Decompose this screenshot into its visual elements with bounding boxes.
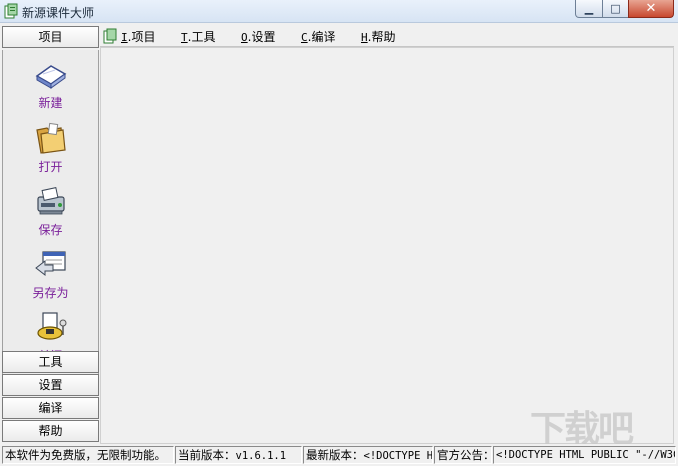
close-button[interactable]: ✕ <box>628 0 674 18</box>
status-bar: 本软件为免费版，无限制功能。 当前版本：v1.6.1.1 最新版本：<!DOCT… <box>0 444 678 466</box>
close-icon: ✕ <box>645 1 657 16</box>
tool-label: 保存 <box>38 223 63 237</box>
menu-item-project[interactable]: I.项目 <box>121 28 155 45</box>
tool-label: 另存为 <box>32 286 69 300</box>
section-button-project[interactable]: 项目 <box>2 26 99 48</box>
tool-label: 新建 <box>38 96 63 110</box>
section-button-compile[interactable]: 编译 <box>2 397 99 419</box>
menu-item-tools[interactable]: T.工具 <box>181 28 215 45</box>
menu-label: .帮助 <box>367 30 396 44</box>
menu-label: .工具 <box>187 30 216 44</box>
tool-list: 新建 打开 保存 另存为 <box>2 50 99 374</box>
maximize-button[interactable]: □ <box>602 0 629 18</box>
status-value: <!DOCTYPE H <box>363 450 433 462</box>
menu-label: .编译 <box>307 30 336 44</box>
save-as-icon <box>34 251 66 277</box>
left-panel: 项目 新建 打开 保存 另存为 工具 设置 编译 帮助 <box>2 26 99 444</box>
status-current-version: 当前版本：v1.6.1.1 <box>175 446 302 464</box>
status-notice: <!DOCTYPE HTML PUBLIC "-//W3C/ <box>493 446 676 464</box>
save-icon <box>36 187 65 215</box>
section-button-settings[interactable]: 设置 <box>2 374 99 396</box>
section-button-help[interactable]: 帮助 <box>2 420 99 442</box>
menu-accel: H <box>361 31 368 44</box>
close-project-icon <box>36 312 66 340</box>
menu-accel: O <box>241 31 248 44</box>
status-license: 本软件为免费版，无限制功能。 <box>2 446 174 464</box>
new-project-icon <box>35 65 66 89</box>
open-folder-icon <box>35 122 66 154</box>
menu-accel: I <box>121 31 128 44</box>
section-button-tools[interactable]: 工具 <box>2 351 99 373</box>
app-window: 新源课件大师 ▁ □ ✕ 项目 新建 打开 保存 另存为 工具 设置 编译 帮助… <box>0 0 678 466</box>
menu-accel: C <box>301 31 308 44</box>
tool-save-as[interactable]: 另存为 <box>3 246 98 301</box>
menu-item-settings[interactable]: O.设置 <box>241 28 275 45</box>
menu-app-icon <box>103 28 117 44</box>
app-icon <box>4 3 18 19</box>
tool-label: 打开 <box>38 160 63 174</box>
tool-save[interactable]: 保存 <box>3 183 98 238</box>
tool-open[interactable]: 打开 <box>3 120 98 175</box>
status-value: v1.6.1.1 <box>235 450 287 462</box>
status-latest-version: 最新版本：<!DOCTYPE H <box>303 446 433 464</box>
minimize-icon: ▁ <box>584 2 594 15</box>
minimize-button[interactable]: ▁ <box>575 0 603 18</box>
status-notice-label: 官方公告： <box>434 446 492 464</box>
menu-bar: I.项目 T.工具 O.设置 C.编译 H.帮助 <box>100 26 674 47</box>
maximize-icon: □ <box>610 2 621 15</box>
menu-label: .设置 <box>247 30 276 44</box>
menu-accel: T <box>181 31 188 44</box>
status-label: 当前版本： <box>178 448 236 462</box>
window-title: 新源课件大师 <box>22 6 95 20</box>
workspace-area[interactable] <box>100 47 674 444</box>
menu-item-help[interactable]: H.帮助 <box>361 28 395 45</box>
status-label: 最新版本： <box>306 448 364 462</box>
menu-item-compile[interactable]: C.编译 <box>301 28 335 45</box>
tool-new[interactable]: 新建 <box>3 58 98 111</box>
title-bar[interactable]: 新源课件大师 ▁ □ ✕ <box>0 0 678 23</box>
menu-label: .项目 <box>127 30 156 44</box>
